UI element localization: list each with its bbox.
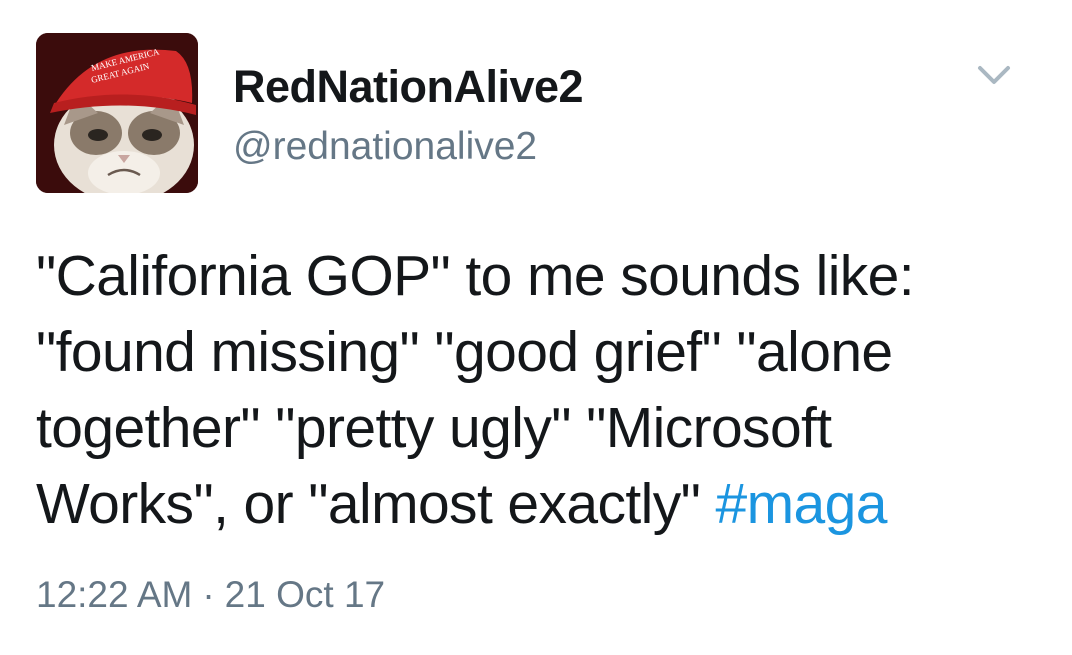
tweet-timestamp[interactable]: 12:22 AM · 21 Oct 17 (36, 572, 385, 618)
hashtag-link[interactable]: #maga (716, 472, 888, 536)
user-handle[interactable]: @rednationalive2 (233, 122, 583, 172)
avatar[interactable]: MAKE AMERICA GREAT AGAIN (36, 33, 198, 193)
display-name[interactable]: RedNationAlive2 (233, 60, 584, 114)
tweet-text-line: "found missing" "good grief" "alone (36, 320, 893, 384)
separator-dot: · (202, 574, 215, 615)
tweet-text-line: together" "pretty ugly" "Microsoft (36, 396, 832, 460)
tweet-text-line: Works", or "almost exactly" (36, 472, 716, 536)
tweet-time: 12:22 AM (36, 574, 193, 615)
tweet-text: "California GOP" to me sounds like: "fou… (36, 238, 1046, 542)
grumpy-cat-avatar-icon: MAKE AMERICA GREAT AGAIN (36, 33, 198, 193)
author-block: RedNationAlive2 @rednationalive2 (233, 60, 584, 172)
chevron-down-icon (978, 66, 1010, 84)
tweet-text-line-last: Works", or "almost exactly" #maga (36, 466, 1046, 542)
tweet-menu-button[interactable] (974, 58, 1014, 92)
tweet-date: 21 Oct 17 (224, 574, 386, 615)
tweet-card: MAKE AMERICA GREAT AGAIN RedNationAlive2… (0, 0, 1072, 655)
tweet-text-line: "California GOP" to me sounds like: (36, 244, 915, 308)
